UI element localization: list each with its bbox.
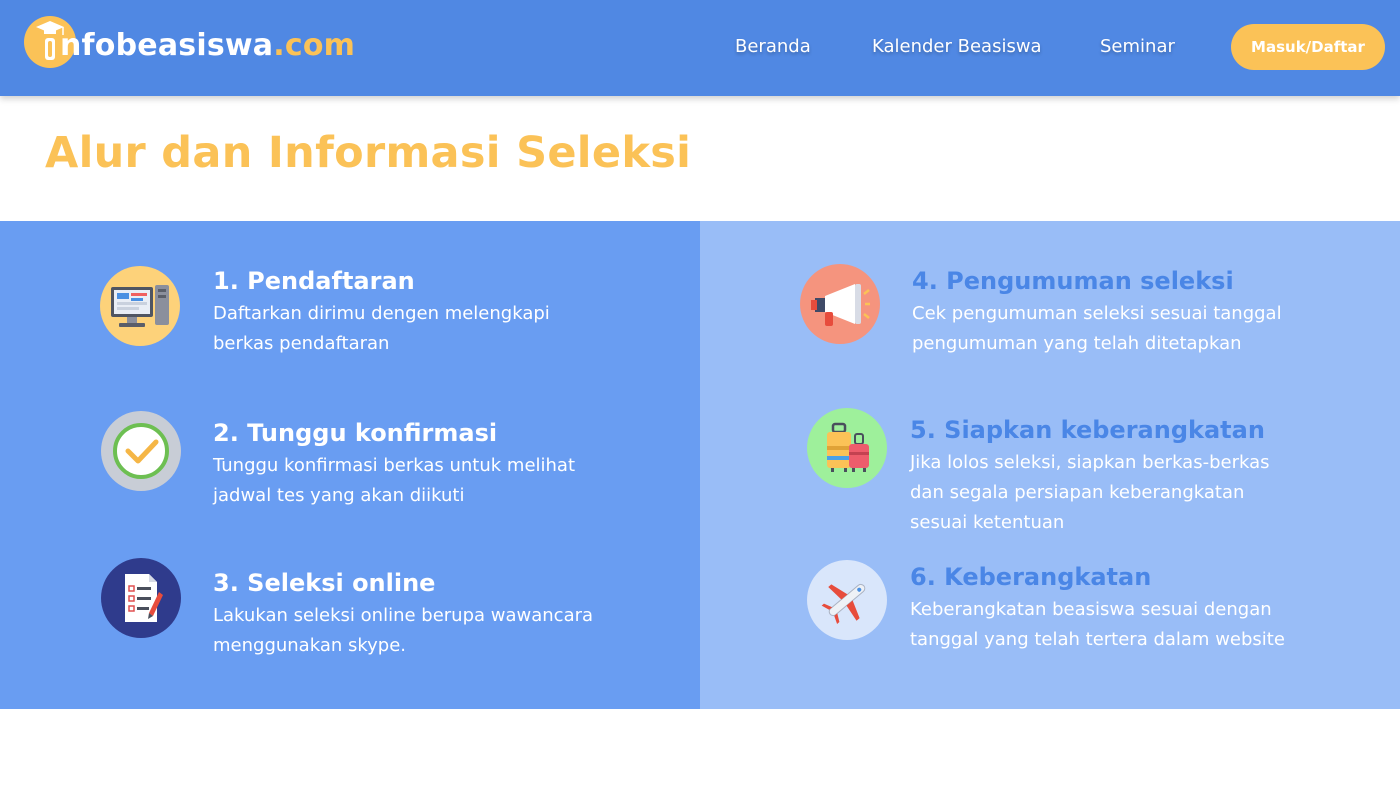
nav-kalender-beasiswa[interactable]: Kalender Beasiswa bbox=[872, 36, 1042, 57]
step-title: 5. Siapkan keberangkatan bbox=[910, 416, 1265, 444]
step-title: 4. Pengumuman seleksi bbox=[912, 267, 1234, 295]
logo-text-suffix: .com bbox=[273, 28, 356, 63]
step-description: Daftarkan dirimu dengen melengkapi berka… bbox=[213, 303, 550, 354]
step-title: 2. Tunggu konfirmasi bbox=[213, 419, 498, 447]
steps-panel-right: 4. Pengumuman seleksi Cek pengumuman sel… bbox=[700, 221, 1400, 709]
logo-text-main: nfobeasiswa bbox=[60, 28, 274, 63]
checklist-document-icon bbox=[101, 558, 181, 638]
luggage-icon bbox=[807, 408, 887, 488]
steps-panel-left: 1. Pendaftaran Daftarkan dirimu dengen m… bbox=[0, 221, 700, 709]
megaphone-icon bbox=[800, 264, 880, 344]
step-description: Lakukan seleksi online berupa wawancara … bbox=[213, 605, 594, 656]
step-description: Jika lolos seleksi, siapkan berkas-berka… bbox=[910, 452, 1270, 533]
airplane-icon bbox=[807, 560, 887, 640]
page-title: Alur dan Informasi Seleksi bbox=[45, 128, 692, 178]
step-title: 6. Keberangkatan bbox=[910, 563, 1152, 591]
nav-seminar[interactable]: Seminar bbox=[1100, 36, 1175, 57]
login-register-button[interactable]: Masuk/Daftar bbox=[1231, 24, 1385, 70]
step-description: Keberangkatan beasiswa sesuai dengan tan… bbox=[910, 599, 1285, 650]
step-description: Tunggu konfirmasi berkas untuk melihat j… bbox=[213, 455, 576, 506]
step-title: 3. Seleksi online bbox=[213, 569, 436, 597]
step-description: Cek pengumuman seleksi sesuai tanggal pe… bbox=[912, 303, 1282, 354]
navbar: nfobeasiswa.com Beranda Kalender Beasisw… bbox=[0, 0, 1400, 96]
computer-icon bbox=[100, 266, 180, 346]
site-logo[interactable]: nfobeasiswa.com bbox=[24, 15, 355, 69]
logo-text: nfobeasiswa.com bbox=[60, 28, 355, 63]
nav-beranda[interactable]: Beranda bbox=[735, 36, 811, 57]
step-title: 1. Pendaftaran bbox=[213, 267, 415, 295]
checkmark-icon bbox=[101, 411, 181, 491]
